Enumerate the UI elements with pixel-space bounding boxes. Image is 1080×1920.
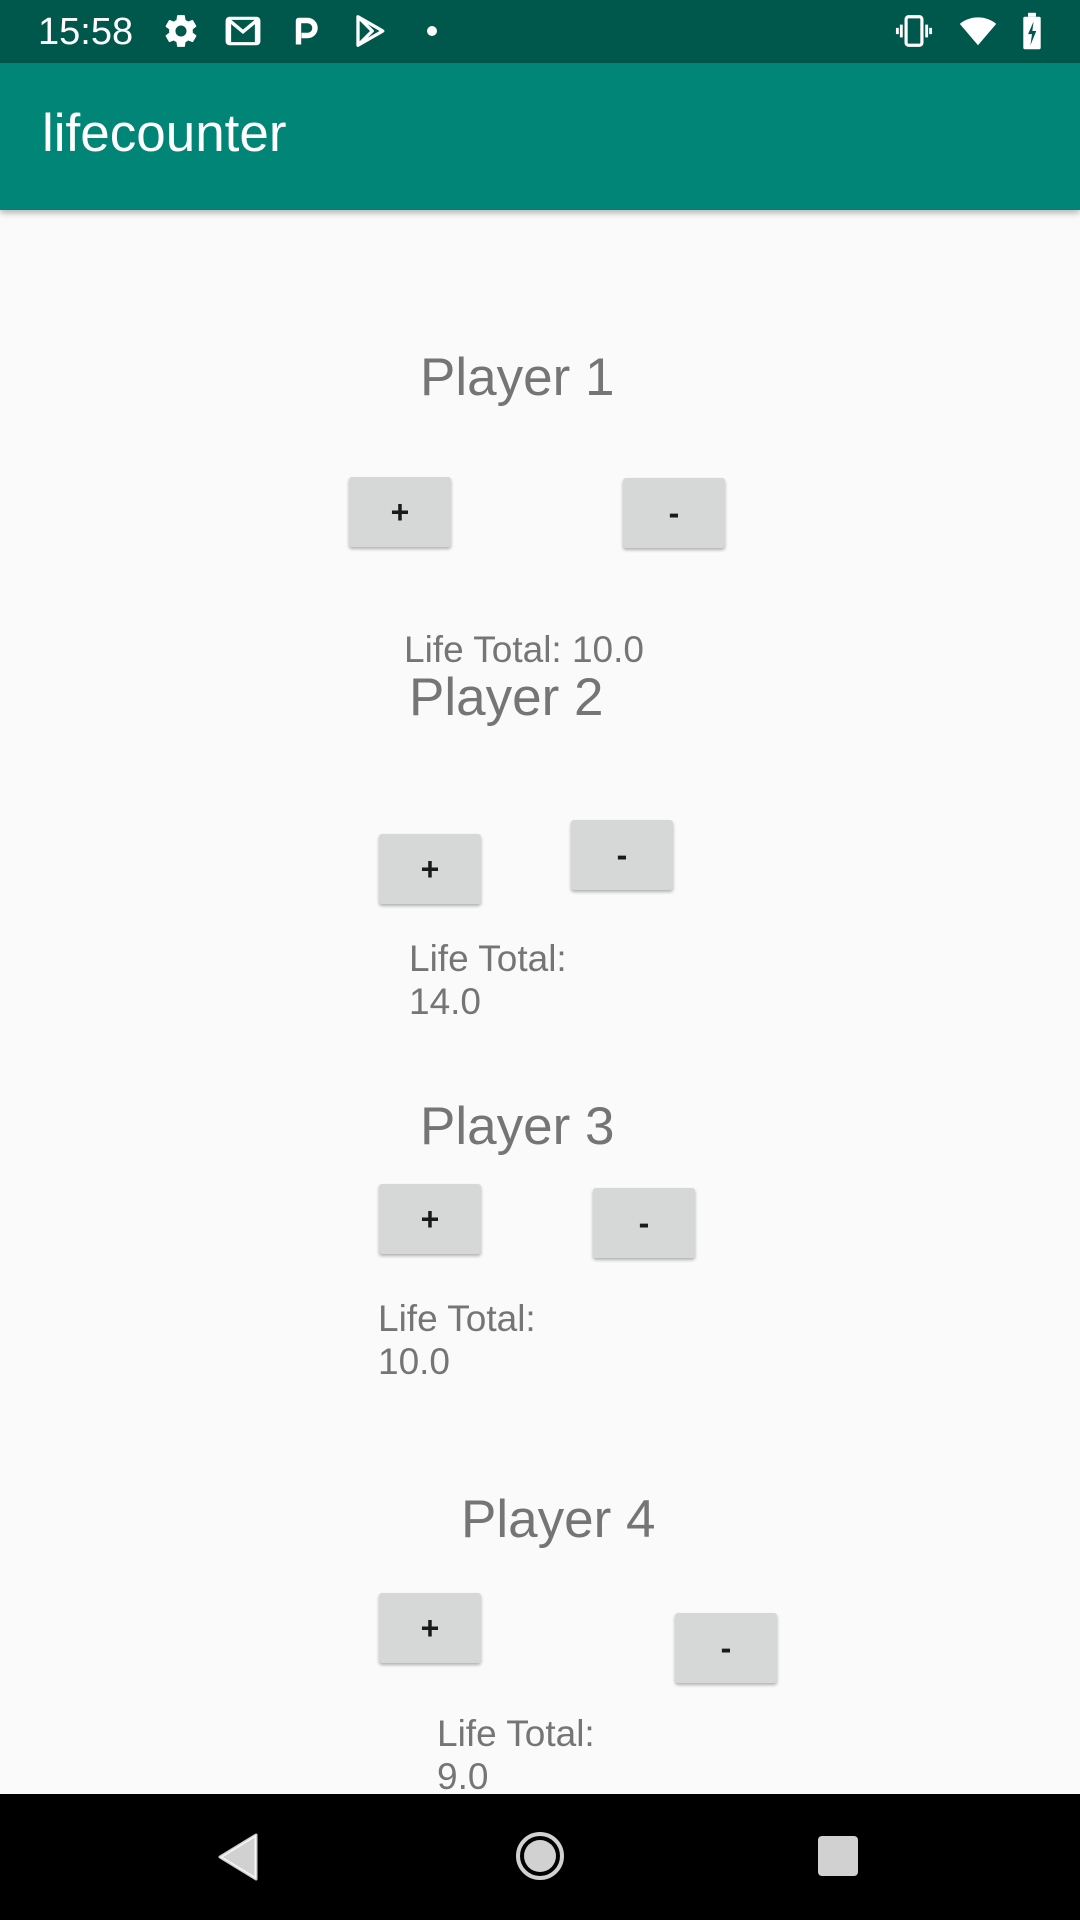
player-4-plus-button[interactable]: +	[379, 1593, 481, 1663]
player-3-plus-button[interactable]: +	[379, 1184, 481, 1254]
player-3-minus-button[interactable]: -	[593, 1188, 695, 1258]
player-1-name: Player 1	[420, 348, 615, 407]
player-1-life-total: Life Total: 10.0	[404, 629, 644, 670]
recents-icon[interactable]	[817, 1835, 859, 1877]
gmail-icon	[225, 16, 261, 46]
app-title: lifecounter	[42, 104, 287, 163]
player-3-life-label: Life Total:	[378, 1298, 536, 1339]
player-4-life-label: Life Total:	[437, 1713, 595, 1754]
play-store-icon	[356, 15, 385, 47]
player-4-life-value: 9.0	[437, 1756, 489, 1797]
player-4-minus-button[interactable]: -	[675, 1613, 777, 1683]
dot-icon	[427, 26, 437, 36]
battery-charging-icon	[1023, 12, 1041, 50]
player-2-life-label: Life Total:	[409, 938, 567, 979]
vibrate-icon	[895, 15, 933, 47]
back-icon[interactable]	[216, 1832, 260, 1882]
player-1-minus-button[interactable]: -	[623, 478, 725, 548]
gear-icon	[165, 15, 197, 47]
player-2-minus-button[interactable]: -	[571, 820, 673, 890]
player-2-life-value: 14.0	[409, 981, 482, 1022]
wifi-icon	[959, 17, 997, 46]
home-icon[interactable]	[514, 1830, 566, 1882]
player-4-name: Player 4	[461, 1490, 656, 1549]
status-bar: 15:58	[0, 0, 1080, 63]
p-app-icon	[295, 17, 318, 45]
player-3-life-value: 10.0	[378, 1341, 451, 1382]
status-time: 15:58	[38, 11, 134, 53]
app-bar: lifecounter	[0, 63, 1080, 210]
navigation-bar	[0, 1794, 1080, 1920]
player-3-name: Player 3	[420, 1097, 615, 1156]
player-2-plus-button[interactable]: +	[379, 834, 481, 904]
player-2-name: Player 2	[409, 668, 604, 727]
player-1-plus-button[interactable]: +	[349, 477, 451, 547]
